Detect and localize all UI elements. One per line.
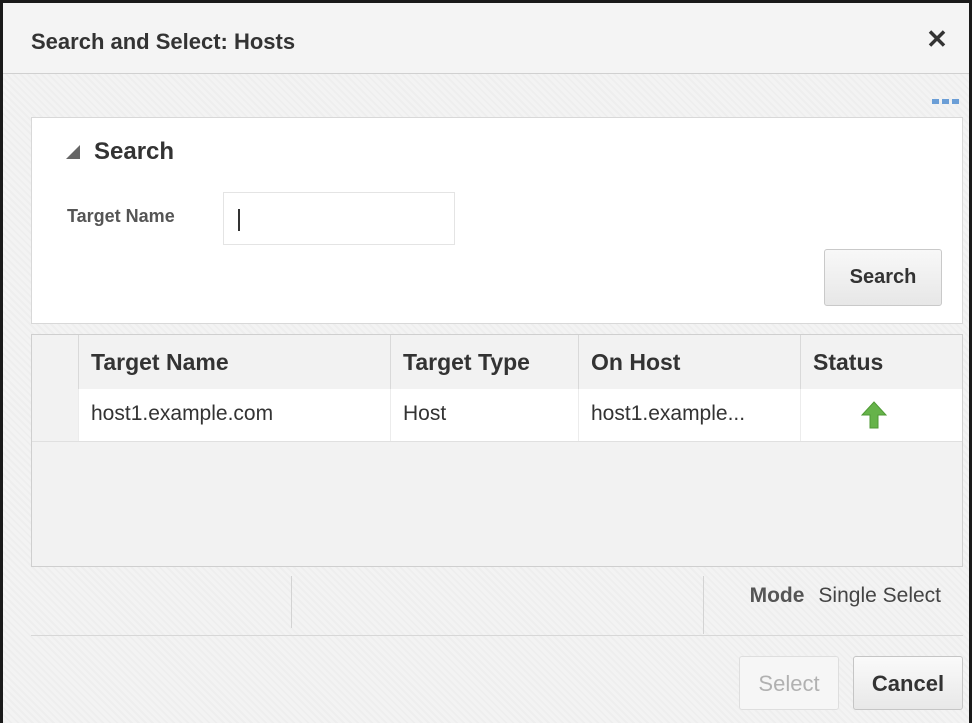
dialog-titlebar: Search and Select: Hosts ✕ — [3, 3, 969, 74]
footer-divider — [291, 576, 292, 628]
target-name-label: Target Name — [67, 206, 175, 226]
disclosure-triangle-icon[interactable] — [66, 145, 80, 159]
row-selector[interactable] — [32, 389, 79, 441]
selection-mode: Mode Single Select — [750, 584, 941, 608]
column-header-target-type[interactable]: Target Type — [390, 335, 578, 389]
search-section-header[interactable]: Search — [66, 138, 174, 166]
footer-divider — [703, 576, 704, 634]
search-button[interactable]: Search — [824, 249, 942, 306]
cell-target-type: Host — [390, 389, 578, 441]
column-header-status[interactable]: Status — [800, 335, 962, 389]
search-heading: Search — [94, 138, 175, 165]
cell-target-name: host1.example.com — [78, 389, 390, 441]
table-footer: Mode Single Select — [31, 570, 963, 636]
up-arrow-icon — [861, 401, 887, 429]
cancel-button[interactable]: Cancel — [853, 656, 963, 710]
dialog-title: Search and Select: Hosts — [31, 29, 296, 54]
column-header-target-name[interactable]: Target Name — [78, 335, 390, 389]
mode-value: Single Select — [818, 584, 941, 607]
target-name-input[interactable] — [223, 192, 455, 245]
close-icon[interactable]: ✕ — [923, 25, 951, 53]
search-select-dialog: Search and Select: Hosts ✕ Search Target… — [0, 0, 972, 723]
search-panel: Search Target Name Search — [31, 117, 963, 324]
text-caret — [238, 209, 240, 231]
select-button[interactable]: Select — [739, 656, 839, 710]
column-header-on-host[interactable]: On Host — [578, 335, 800, 389]
more-options-icon[interactable] — [929, 95, 961, 107]
table-header: Target Name Target Type On Host Status — [32, 335, 962, 390]
mode-label: Mode — [749, 584, 805, 607]
cell-status — [800, 389, 962, 441]
results-table: Target Name Target Type On Host Status h… — [31, 334, 963, 567]
cell-on-host: host1.example... — [578, 389, 800, 441]
table-row[interactable]: host1.example.com Host host1.example... — [32, 389, 962, 442]
